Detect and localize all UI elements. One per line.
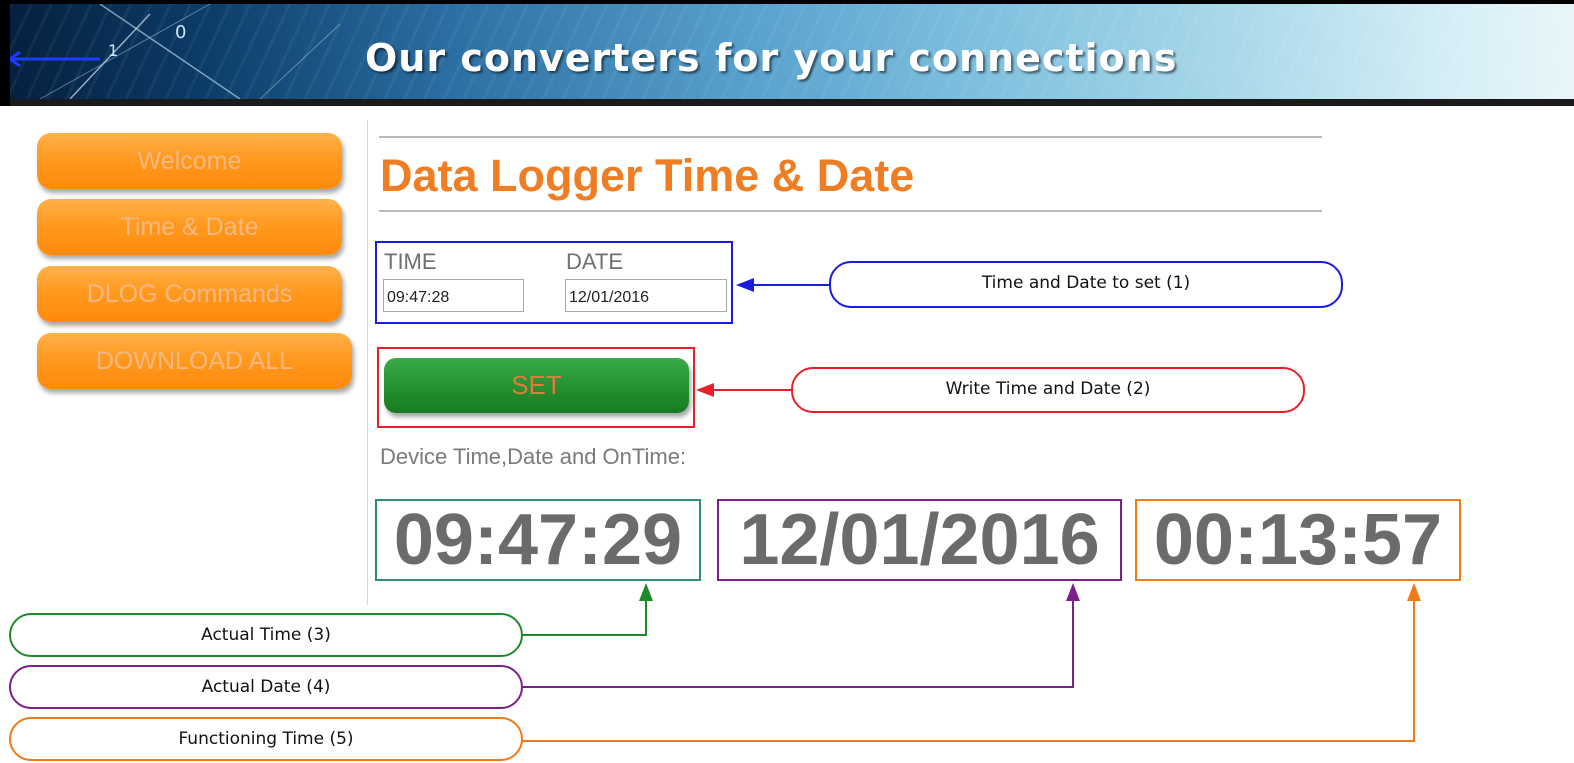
callout-actual-time: Actual Time (3) bbox=[9, 613, 523, 657]
callout-functioning-time: Functioning Time (5) bbox=[9, 717, 523, 761]
callout-actual-date: Actual Date (4) bbox=[9, 665, 523, 709]
callout-write-time-date: Write Time and Date (2) bbox=[791, 367, 1305, 413]
callout-time-date-to-set: Time and Date to set (1) bbox=[829, 261, 1343, 308]
